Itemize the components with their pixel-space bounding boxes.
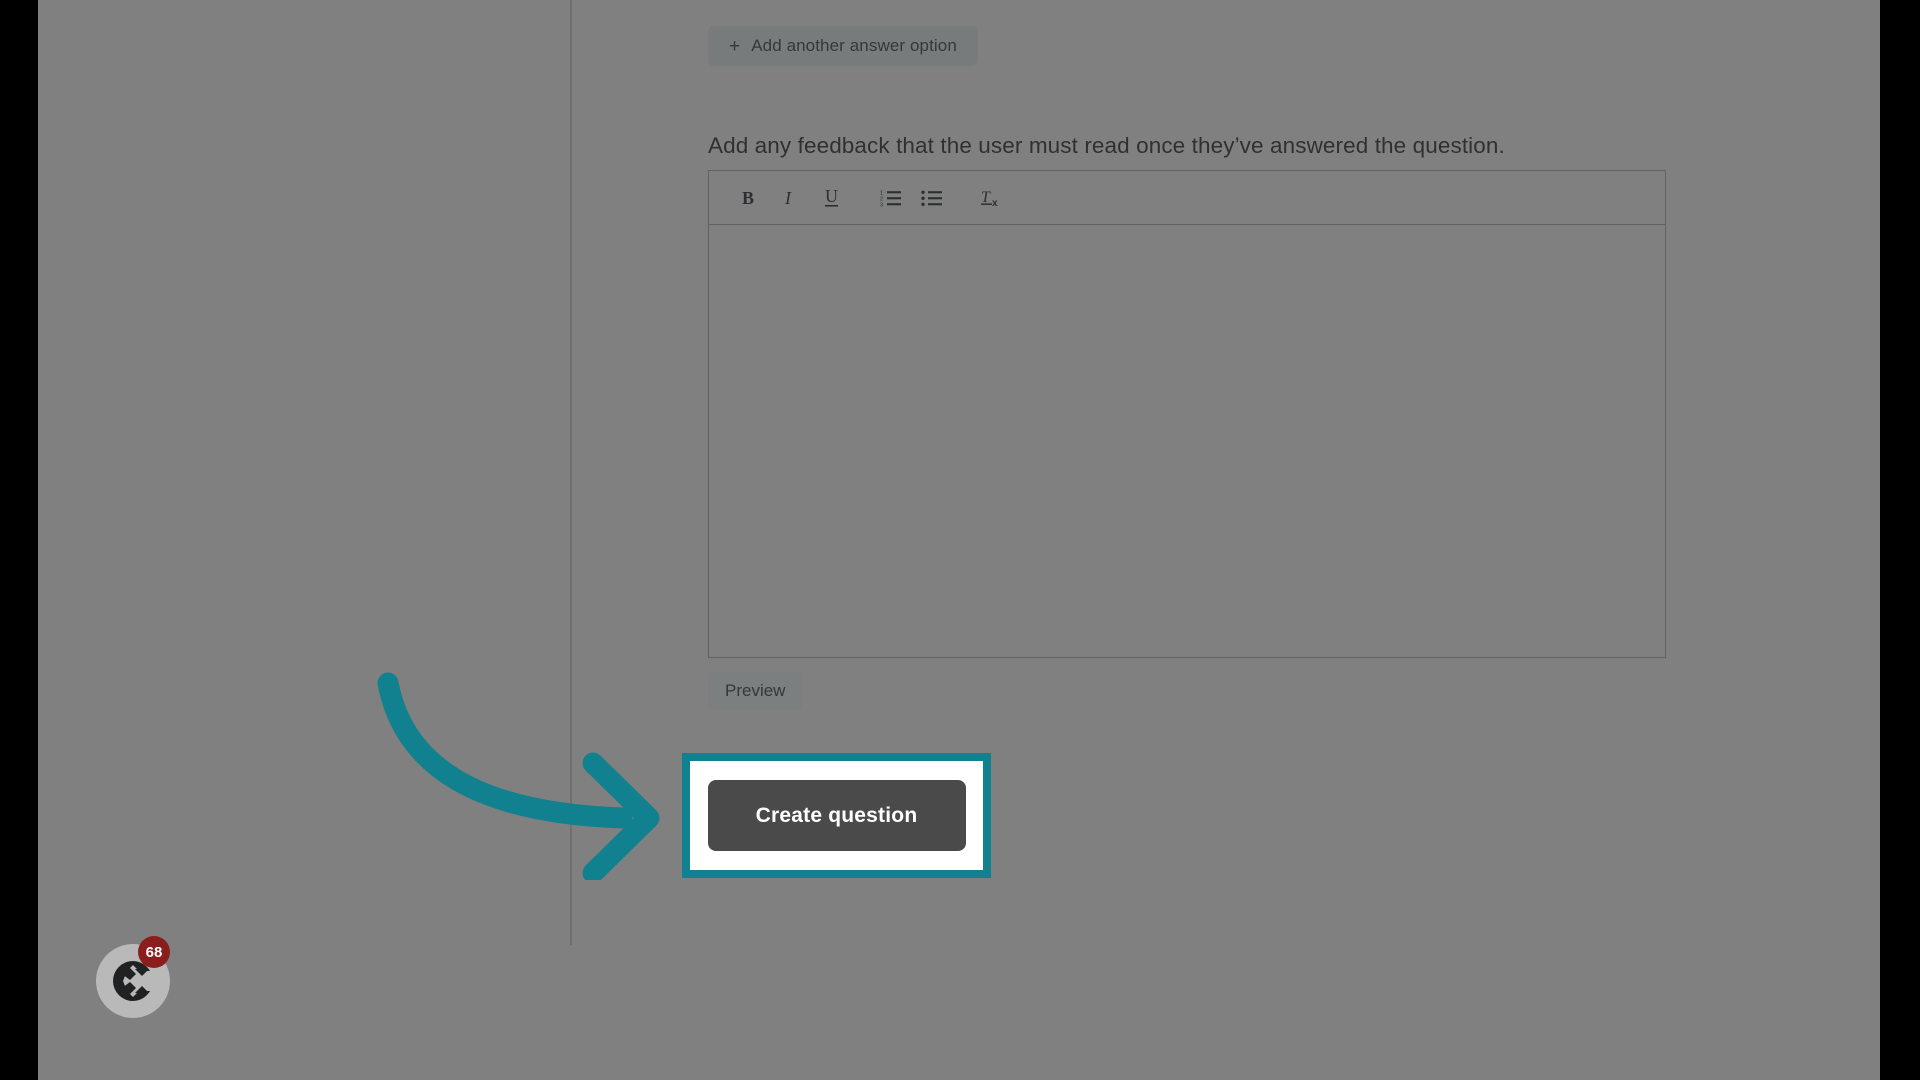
svg-text:x: x bbox=[992, 198, 998, 209]
column-divider bbox=[570, 0, 572, 945]
clear-formatting-icon[interactable]: T x bbox=[970, 179, 1011, 217]
page-region: + Add another answer option Add any feed… bbox=[38, 0, 1880, 1080]
screenshot-stage: + Add another answer option Add any feed… bbox=[0, 0, 1920, 1080]
bullet-list-icon[interactable] bbox=[911, 179, 952, 217]
toolbar-separator-2 bbox=[952, 197, 970, 198]
plus-icon: + bbox=[729, 35, 741, 57]
add-another-answer-option-label: Add another answer option bbox=[751, 36, 957, 55]
create-question-button[interactable]: Create question bbox=[707, 780, 966, 851]
toolbar-separator bbox=[852, 197, 870, 198]
bold-icon[interactable]: B bbox=[729, 179, 770, 217]
add-another-answer-option-button[interactable]: + Add another answer option bbox=[708, 26, 978, 66]
underline-icon[interactable]: U bbox=[811, 179, 852, 217]
chat-launcher[interactable]: 68 bbox=[96, 930, 188, 1022]
feedback-editor-body[interactable] bbox=[709, 225, 1665, 657]
svg-text:U: U bbox=[825, 187, 838, 206]
annotation-arrow-icon bbox=[377, 672, 660, 880]
feedback-heading: Add any feedback that the user must read… bbox=[708, 133, 1505, 158]
create-question-highlight: Create question bbox=[682, 753, 991, 878]
italic-icon[interactable]: I bbox=[770, 179, 811, 217]
preview-button[interactable]: Preview bbox=[708, 672, 803, 710]
svg-text:3: 3 bbox=[880, 202, 883, 207]
create-question-highlight-inner: Create question bbox=[690, 761, 983, 870]
svg-text:B: B bbox=[742, 188, 754, 208]
chat-unread-badge[interactable]: 68 bbox=[138, 936, 170, 968]
svg-text:I: I bbox=[784, 188, 792, 208]
ordered-list-icon[interactable]: 1 2 3 bbox=[870, 179, 911, 217]
editor-toolbar: B I U 1 2 3 T x bbox=[709, 171, 1665, 225]
feedback-rich-text-editor: B I U 1 2 3 T x bbox=[708, 170, 1666, 658]
